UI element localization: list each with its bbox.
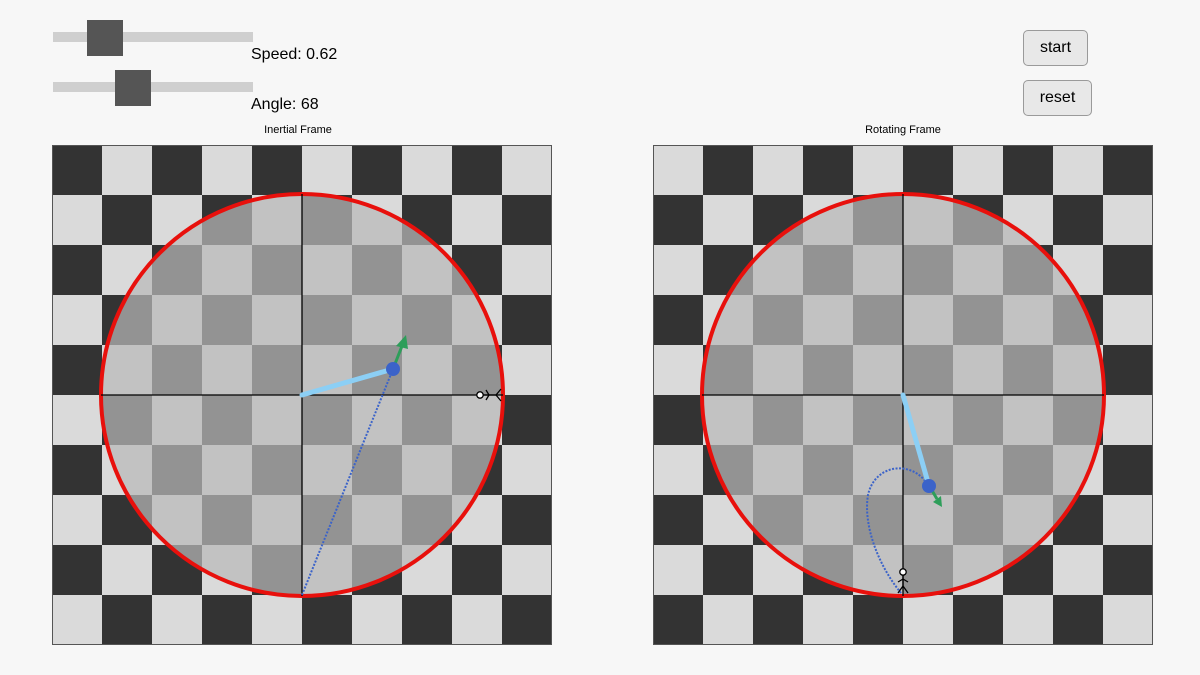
speed-slider-track[interactable] (53, 32, 253, 42)
checker-square (1003, 145, 1053, 195)
checker-square (102, 145, 152, 195)
checker-square (52, 145, 102, 195)
checker-square (953, 145, 1003, 195)
checker-square (502, 145, 552, 195)
checker-square (653, 145, 703, 195)
reset-button[interactable]: reset (1023, 80, 1092, 116)
checker-square (803, 145, 853, 195)
checker-square (102, 195, 152, 245)
checker-square (502, 395, 552, 445)
checker-square (502, 245, 552, 295)
checker-square (152, 145, 202, 195)
checker-square (52, 245, 102, 295)
checker-square (1103, 545, 1153, 595)
checker-square (452, 595, 502, 645)
checker-square (52, 545, 102, 595)
checker-square (1053, 595, 1103, 645)
checker-square (703, 145, 753, 195)
checker-square (653, 195, 703, 245)
rotating-frame-view (653, 145, 1153, 645)
checker-square (653, 545, 703, 595)
rotating-frame-title: Rotating Frame (865, 124, 941, 136)
checker-square (52, 195, 102, 245)
checker-square (302, 145, 352, 195)
checker-square (853, 145, 903, 195)
angle-slider-track[interactable] (53, 82, 253, 92)
checker-square (452, 545, 502, 595)
checker-square (903, 145, 953, 195)
checker-square (953, 595, 1003, 645)
checker-square (1103, 245, 1153, 295)
checker-square (703, 595, 753, 645)
checker-square (653, 595, 703, 645)
start-button[interactable]: start (1023, 30, 1088, 66)
checker-square (653, 345, 703, 395)
checker-square (653, 445, 703, 495)
checker-square (202, 145, 252, 195)
checker-square (52, 445, 102, 495)
checker-square (653, 495, 703, 545)
checker-square (502, 595, 552, 645)
checker-square (753, 145, 803, 195)
checker-square (52, 295, 102, 345)
checker-square (502, 195, 552, 245)
checker-square (352, 595, 402, 645)
checker-square (1053, 195, 1103, 245)
checker-square (703, 545, 753, 595)
checker-square (502, 345, 552, 395)
ball (386, 362, 400, 376)
inertial-frame-view (52, 145, 552, 645)
checker-square (452, 145, 502, 195)
checker-square (653, 295, 703, 345)
checker-square (502, 545, 552, 595)
checker-square (803, 595, 853, 645)
checker-square (853, 595, 903, 645)
checker-square (452, 195, 502, 245)
checker-square (703, 195, 753, 245)
speed-label: Speed: 0.62 (251, 46, 338, 63)
checker-square (1103, 145, 1153, 195)
checker-square (1103, 345, 1153, 395)
checker-square (202, 595, 252, 645)
checker-square (753, 595, 803, 645)
checker-square (152, 595, 202, 645)
checker-square (52, 595, 102, 645)
checker-square (252, 595, 302, 645)
checker-square (653, 245, 703, 295)
checker-square (252, 145, 302, 195)
checker-square (502, 495, 552, 545)
checker-square (1103, 295, 1153, 345)
checker-square (1103, 195, 1153, 245)
checker-square (1103, 495, 1153, 545)
checker-square (1053, 145, 1103, 195)
checker-square (1003, 595, 1053, 645)
checker-square (653, 395, 703, 445)
checker-square (52, 495, 102, 545)
angle-label: Angle: 68 (251, 96, 319, 113)
speed-slider-thumb[interactable] (87, 20, 123, 56)
checker-square (502, 445, 552, 495)
angle-slider-thumb[interactable] (115, 70, 151, 106)
checker-square (302, 595, 352, 645)
checker-square (102, 595, 152, 645)
checker-square (1053, 545, 1103, 595)
checker-square (52, 395, 102, 445)
checker-square (102, 545, 152, 595)
checker-square (1103, 595, 1153, 645)
checker-square (52, 345, 102, 395)
checker-square (903, 595, 953, 645)
checker-square (1103, 395, 1153, 445)
checker-square (402, 595, 452, 645)
checker-square (352, 145, 402, 195)
checker-square (402, 145, 452, 195)
checker-square (502, 295, 552, 345)
ball (922, 479, 936, 493)
inertial-frame-title: Inertial Frame (264, 124, 332, 136)
checker-square (1103, 445, 1153, 495)
